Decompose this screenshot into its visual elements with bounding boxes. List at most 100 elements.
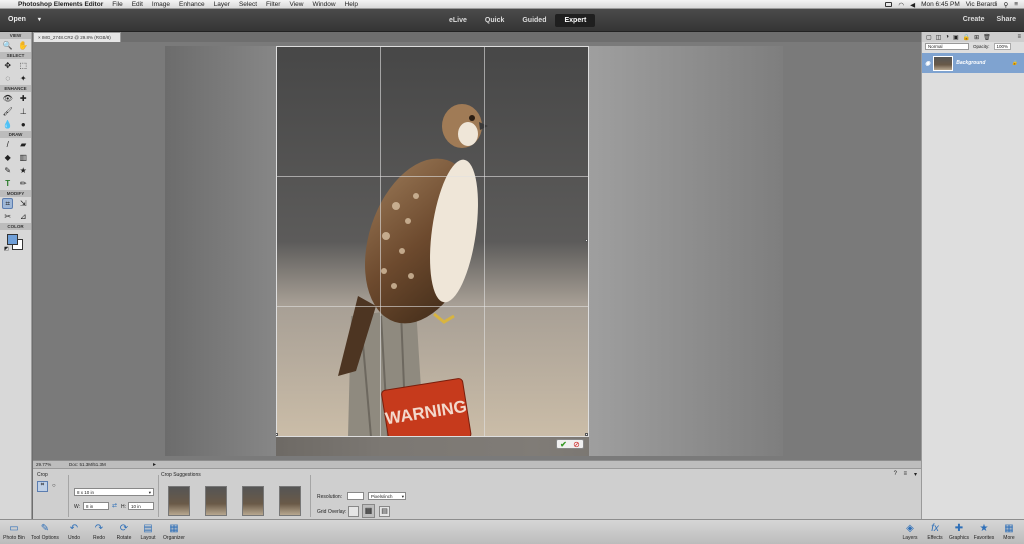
app-name-menu[interactable]: Photoshop Elements Editor (18, 1, 103, 8)
photo-crop-region[interactable]: WARNING (276, 46, 589, 437)
layer-lock-icon[interactable]: 🔒 (1012, 60, 1018, 66)
menu-filter[interactable]: Filter (266, 1, 280, 8)
new-layer-icon[interactable]: ▢ (926, 34, 932, 41)
undo-button[interactable]: ↶ Undo (62, 522, 86, 544)
tab-guided[interactable]: Guided (513, 14, 555, 27)
volume-icon[interactable]: ◀ (910, 1, 915, 9)
foreground-color-swatch[interactable] (7, 234, 18, 245)
effects-button[interactable]: fx Effects (923, 522, 947, 544)
tab-expert[interactable]: Expert (555, 14, 596, 27)
tab-elive[interactable]: eLive (440, 14, 476, 27)
cancel-crop-icon[interactable]: ⊘ (573, 440, 580, 449)
delete-layer-icon[interactable]: 🗑 (983, 34, 991, 41)
options-collapse-icon[interactable]: ▾ (914, 471, 917, 478)
options-help-icon[interactable]: ? (894, 471, 897, 477)
crop-handle-bottom-right[interactable] (585, 433, 588, 436)
share-button[interactable]: Share (997, 16, 1016, 23)
options-menu-icon[interactable]: ≡ (903, 471, 907, 477)
lock-all-icon[interactable]: ⊞ (974, 34, 979, 41)
menu-window[interactable]: Window (312, 1, 335, 8)
list-icon[interactable]: ≡ (1014, 1, 1018, 8)
photo-bin-button[interactable]: ▭ Photo Bin (2, 522, 26, 544)
shape-tool-icon[interactable]: ★ (18, 165, 29, 176)
search-icon[interactable]: ⚲ (1003, 1, 1008, 9)
layer-row-background[interactable]: ◉ Background 🔒 (922, 53, 1024, 73)
menu-layer[interactable]: Layer (214, 1, 230, 8)
width-field[interactable]: 8 in (83, 502, 109, 510)
pencil-tool-icon[interactable]: ✏ (18, 178, 29, 189)
adjustment-layer-icon[interactable]: ◑ (945, 34, 949, 40)
new-group-icon[interactable]: ◫ (936, 34, 942, 41)
menu-edit[interactable]: Edit (132, 1, 143, 8)
crop-rect-icon[interactable]: ⌗ (37, 481, 48, 492)
clock[interactable]: Mon 6:45 PM (921, 1, 960, 8)
spot-healing-icon[interactable]: ✚ (18, 93, 29, 104)
document-tab[interactable]: × IMG_2748.CR2 @ 29.8% (RGB/8) (33, 32, 121, 42)
open-button[interactable]: Open ▾ (8, 16, 41, 23)
redo-button[interactable]: ↷ Redo (87, 522, 111, 544)
grid-overlay-grid-button[interactable]: ▤ (379, 506, 390, 517)
straighten-tool-icon[interactable]: ⊿ (18, 211, 29, 222)
sponge-tool-icon[interactable]: ● (18, 119, 29, 130)
move-tool-icon[interactable]: ✥ (2, 60, 13, 71)
height-field[interactable]: 10 in (128, 502, 154, 510)
crop-suggestion-thumb[interactable] (279, 486, 301, 516)
zoom-tool-icon[interactable]: 🔍 (2, 40, 13, 51)
eraser-tool-icon[interactable]: ▰ (18, 139, 29, 150)
paint-bucket-icon[interactable]: ◆ (2, 152, 13, 163)
menu-help[interactable]: Help (345, 1, 358, 8)
eyedropper-icon[interactable]: ✎ (2, 165, 13, 176)
clone-stamp-icon[interactable]: ⊥ (18, 106, 29, 117)
red-eye-tool-icon[interactable]: 👁 (2, 93, 13, 104)
menu-enhance[interactable]: Enhance (179, 1, 205, 8)
swap-dimensions-icon[interactable]: ⇄ (112, 502, 117, 509)
smart-brush-icon[interactable]: 🖌 (2, 106, 13, 117)
lasso-tool-icon[interactable]: ◌ (2, 73, 13, 84)
layer-mask-icon[interactable]: ▣ (953, 34, 959, 41)
resolution-field[interactable] (347, 492, 364, 500)
brush-tool-icon[interactable]: / (2, 139, 13, 150)
tool-options-button[interactable]: ✎ Tool Options (30, 522, 60, 544)
graphics-button[interactable]: ✚ Graphics (947, 522, 971, 544)
crop-suggestion-thumb[interactable] (242, 486, 264, 516)
menu-image[interactable]: Image (152, 1, 170, 8)
more-button[interactable]: ▦ More (997, 522, 1021, 544)
wifi-icon[interactable]: ◠ (898, 1, 904, 9)
layers-button[interactable]: ◈ Layers (898, 522, 922, 544)
crop-handle-bottom-left[interactable] (276, 433, 278, 436)
crop-circle-icon[interactable]: ○ (52, 483, 56, 489)
lock-icon[interactable]: 🔒 (963, 34, 970, 41)
crop-suggestion-thumb[interactable] (168, 486, 190, 516)
hand-tool-icon[interactable]: ✋ (18, 40, 29, 51)
commit-check-icon[interactable]: ✔ (560, 440, 567, 449)
swap-colors-icon[interactable]: ◩ (4, 246, 9, 252)
preset-select[interactable]: 8 x 10 in ▾ (74, 488, 154, 496)
menu-view[interactable]: View (289, 1, 303, 8)
menu-select[interactable]: Select (239, 1, 257, 8)
resolution-unit-select[interactable]: Pixels/inch ▾ (368, 492, 406, 500)
marquee-tool-icon[interactable]: ⬚ (18, 60, 29, 71)
tab-quick[interactable]: Quick (476, 14, 513, 27)
type-tool-icon[interactable]: T (2, 178, 13, 189)
panel-menu-icon[interactable]: ≡ (1017, 34, 1021, 40)
rotate-button[interactable]: ⟳ Rotate (112, 522, 136, 544)
layout-button[interactable]: ▤ Layout (136, 522, 160, 544)
user-name[interactable]: Vic Berardi (966, 1, 998, 8)
menu-file[interactable]: File (112, 1, 122, 8)
layer-name[interactable]: Background (956, 60, 985, 66)
blend-mode-select[interactable]: Normal (925, 43, 969, 50)
favorites-button[interactable]: ★ Favorites (972, 522, 996, 544)
opacity-field[interactable]: 100% (993, 43, 1012, 50)
crop-handle-mid-right[interactable] (585, 239, 588, 242)
create-button[interactable]: Create (963, 16, 985, 23)
blur-tool-icon[interactable]: 💧 (2, 119, 13, 130)
content-aware-move-icon[interactable]: ✂ (2, 211, 13, 222)
organizer-button[interactable]: ▦ Organizer (160, 522, 188, 544)
battery-icon[interactable] (885, 2, 893, 7)
gradient-tool-icon[interactable]: ▥ (18, 152, 29, 163)
canvas-area[interactable]: WARNING ✔ ⊘ (33, 42, 921, 460)
magic-wand-icon[interactable]: ✦ (18, 73, 29, 84)
visibility-eye-icon[interactable]: ◉ (925, 60, 930, 67)
crop-suggestion-thumb[interactable] (205, 486, 227, 516)
grid-overlay-none-button[interactable] (348, 506, 359, 517)
